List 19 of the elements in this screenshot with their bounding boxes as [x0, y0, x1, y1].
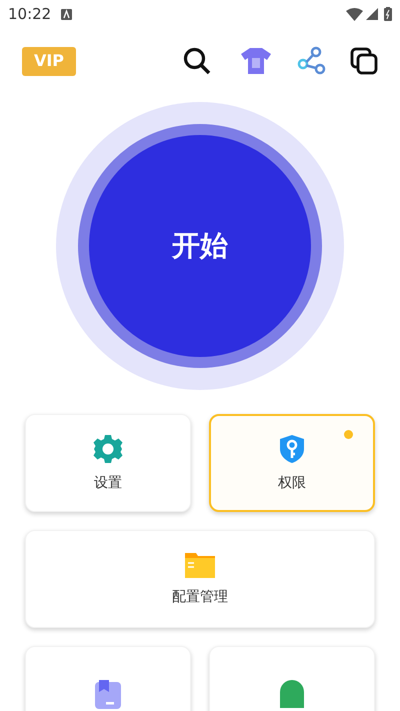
gear-icon — [92, 432, 124, 464]
share-icon[interactable] — [296, 46, 326, 76]
notification-icon — [61, 8, 72, 20]
card-label: 配置管理 — [172, 588, 228, 606]
wide-menu-card[interactable]: 配置管理 — [25, 530, 375, 628]
tshirt-icon[interactable] — [240, 47, 272, 75]
copy-icon[interactable] — [350, 47, 378, 75]
folder-icon — [184, 550, 216, 578]
search-icon[interactable] — [182, 46, 212, 76]
card-label: 设置 — [94, 474, 122, 492]
battery-icon — [384, 7, 392, 21]
start-button[interactable]: 开始 — [89, 135, 311, 357]
menu-card[interactable]: 设置 — [25, 414, 191, 512]
card-label: 权限 — [278, 474, 306, 492]
menu-card[interactable]: 权限 — [209, 414, 375, 512]
wifi-icon — [346, 8, 363, 20]
signal-icon — [366, 8, 378, 20]
status-time: 10:22 — [8, 4, 52, 25]
bookmark-box-icon — [94, 680, 122, 710]
